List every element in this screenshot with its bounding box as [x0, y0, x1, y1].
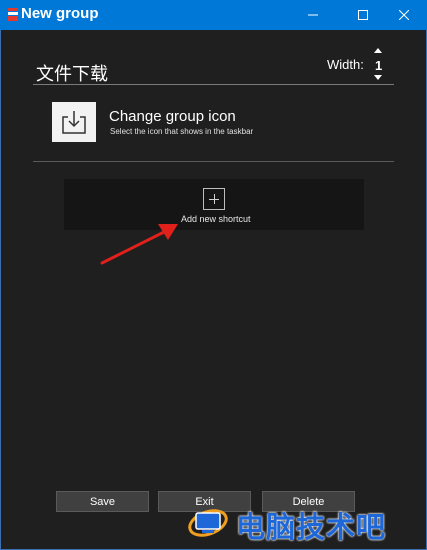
- download-tray-icon: [62, 111, 86, 134]
- add-shortcut-label[interactable]: Add new shortcut: [181, 214, 251, 224]
- width-label: Width:: [327, 57, 364, 72]
- title-bar[interactable]: New group: [0, 0, 427, 30]
- group-icon-tile[interactable]: [52, 102, 96, 142]
- close-icon: [399, 10, 409, 20]
- chevron-down-icon: [374, 75, 382, 80]
- maximize-icon: [358, 10, 368, 20]
- group-name-field[interactable]: 文件下载: [36, 60, 108, 86]
- watermark-text: 电脑技术吧: [236, 510, 387, 544]
- save-button[interactable]: Save: [56, 491, 149, 512]
- window-title: New group: [21, 5, 99, 22]
- change-icon-subtitle: Select the icon that shows in the taskba…: [110, 127, 254, 136]
- divider: [33, 84, 394, 85]
- plus-icon[interactable]: [203, 188, 225, 210]
- red-arrow-annotation: [100, 224, 178, 265]
- close-button[interactable]: [381, 0, 427, 30]
- app-icon: [8, 8, 18, 21]
- minimize-icon: [308, 14, 318, 16]
- chevron-up-icon: [374, 48, 382, 53]
- change-icon-title[interactable]: Change group icon: [109, 108, 236, 125]
- minimize-button[interactable]: [290, 0, 336, 30]
- width-value: 1: [375, 58, 383, 73]
- divider: [33, 161, 394, 162]
- maximize-button[interactable]: [340, 0, 386, 30]
